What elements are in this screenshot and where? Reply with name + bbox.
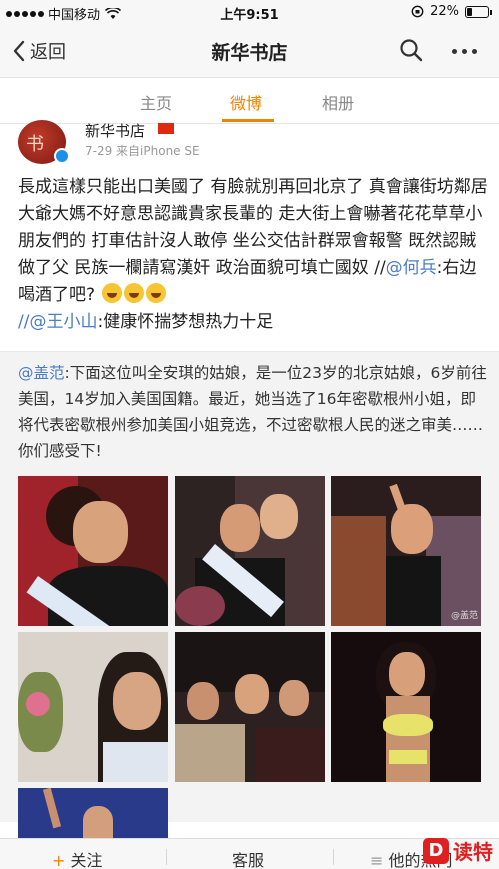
laughing-emoji-icon (124, 283, 145, 303)
menu-icon: ≡ (370, 851, 384, 869)
laughing-emoji-icon (102, 283, 123, 303)
status-bar: 中国移动 上午9:51 22% (0, 0, 499, 24)
dute-watermark: D 读特 (423, 836, 493, 865)
photo-thumbnail[interactable]: @盖范 (331, 476, 481, 626)
photo-thumbnail[interactable] (18, 476, 168, 626)
mention-link[interactable]: //@王小山 (18, 312, 97, 332)
customer-service-label: 客服 (232, 851, 265, 869)
watermark-text: 读特 (453, 840, 493, 864)
dute-logo-icon: D (423, 837, 449, 864)
photo-thumbnail[interactable] (175, 476, 325, 626)
more-icon (452, 49, 457, 54)
active-tab-indicator (222, 119, 274, 122)
tab-album[interactable]: 相册 (322, 90, 354, 114)
photo-thumbnail[interactable] (175, 632, 325, 782)
battery-percent: 22% (430, 4, 459, 19)
photo-thumbnail[interactable] (18, 632, 168, 782)
photo-thumbnail[interactable] (18, 788, 168, 838)
plus-icon: + (52, 851, 66, 869)
poster-name[interactable]: 新华书店 (85, 120, 145, 141)
divider (166, 849, 167, 865)
battery-icon (465, 5, 492, 18)
mention-link[interactable]: @何兵 (386, 258, 437, 278)
search-button[interactable] (399, 38, 423, 66)
laughing-emoji-icon (146, 283, 167, 303)
post-text: 長成這樣只能出口美國了 有臉就別再回北京了 真會讓街坊鄰居大爺大媽不好意思認識貴… (18, 174, 488, 336)
more-button[interactable] (452, 49, 477, 54)
post-body-end: :健康怀揣梦想热力十足 (97, 312, 274, 332)
divider (333, 849, 334, 865)
china-flag-icon (158, 123, 174, 134)
navigation-bar: 返回 新华书店 (0, 24, 499, 78)
customer-service-button[interactable]: 客服 (232, 847, 264, 869)
photo-thumbnail[interactable] (331, 632, 481, 782)
profile-tabs: 主页 微博 相册 (0, 78, 499, 124)
repost-body: :下面这位叫全安琪的姑娘，是一位23岁的北京姑娘，6岁前往美国，14岁加入美国国… (18, 364, 487, 460)
repost-text: @盖范:下面这位叫全安琪的姑娘，是一位23岁的北京姑娘，6岁前往美国，14岁加入… (18, 360, 488, 464)
rotation-lock-icon (411, 5, 424, 18)
photo-watermark: @盖范 (451, 611, 479, 621)
follow-label: 关注 (70, 851, 103, 869)
tab-weibo[interactable]: 微博 (230, 90, 262, 114)
verified-badge-icon (54, 148, 70, 164)
search-icon (400, 39, 423, 62)
tab-home[interactable]: 主页 (140, 90, 172, 114)
follow-button[interactable]: + 关注 (52, 847, 103, 869)
page-title: 新华书店 (211, 42, 288, 64)
mention-link[interactable]: @盖范 (18, 364, 65, 382)
post-meta: 7-29 来自iPhone SE (85, 144, 200, 158)
